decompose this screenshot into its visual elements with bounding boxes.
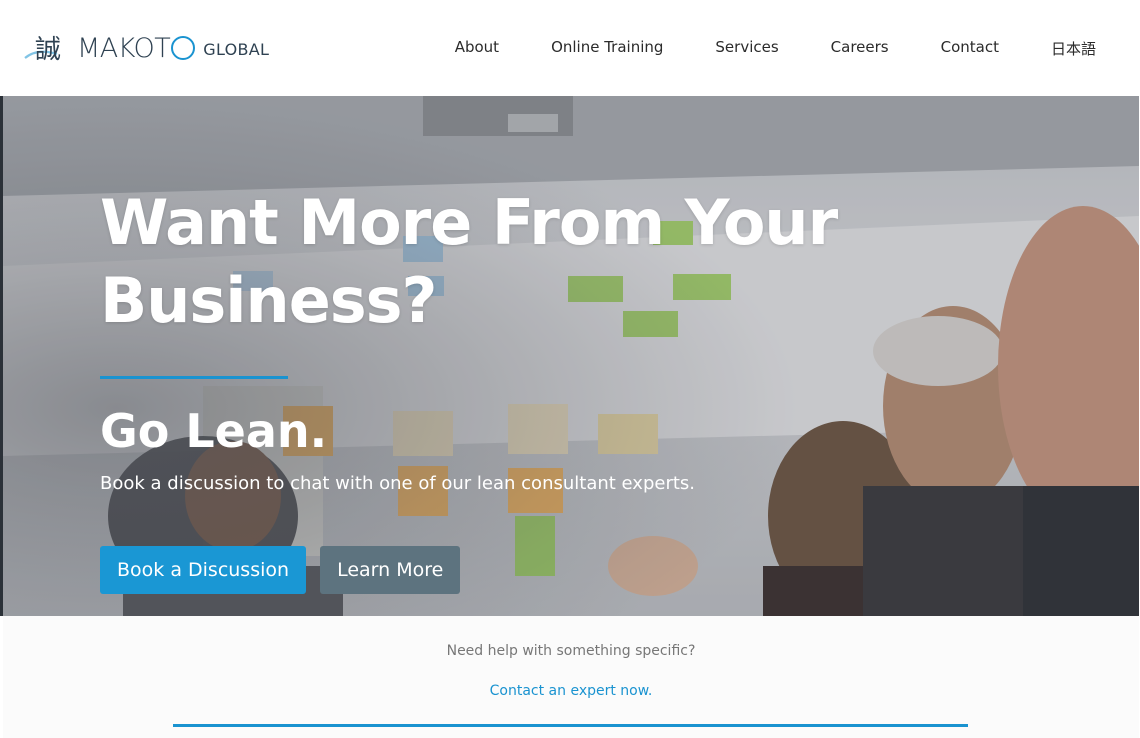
nav-japanese[interactable]: 日本語: [1051, 38, 1096, 59]
hero-section: Want More From Your Business? Go Lean. B…: [3, 96, 1139, 616]
nav-about[interactable]: About: [455, 38, 499, 59]
logo-circle-o-icon: [171, 36, 196, 60]
logo-makoto-text: MAKOT: [77, 32, 171, 64]
logo-kanji: 誠: [35, 35, 61, 64]
contact-expert-link[interactable]: Contact an expert now.: [3, 683, 1139, 699]
nav-online-training[interactable]: Online Training: [551, 38, 663, 59]
hero-subtitle: Book a discussion to chat with one of ou…: [100, 473, 696, 494]
logo-global-text: GLOBAL: [203, 40, 270, 59]
hero-title: Want More From Your Business?: [100, 184, 920, 340]
logo-wordmark: MAKOT: [77, 32, 196, 64]
nav-contact[interactable]: Contact: [941, 38, 999, 59]
hero-divider: [100, 376, 288, 379]
hero-title-line2: Business?: [100, 264, 438, 337]
makoto-kanji-logo-icon: 誠: [24, 35, 61, 64]
hero-title-line1: Want More From Your: [100, 186, 838, 259]
help-section: Need help with something specific? Conta…: [3, 616, 1139, 738]
help-question: Need help with something specific?: [446, 643, 696, 659]
nav-services[interactable]: Services: [715, 38, 778, 59]
nav-careers[interactable]: Careers: [831, 38, 889, 59]
book-discussion-button[interactable]: Book a Discussion: [100, 546, 307, 594]
hero-buttons: Book a Discussion Learn More: [100, 546, 461, 594]
learn-more-button[interactable]: Learn More: [320, 546, 461, 594]
makoto-global-logo[interactable]: 誠 MAKOT GLOBAL: [23, 32, 269, 64]
main-nav: About Online Training Services Careers C…: [403, 38, 1096, 59]
help-divider: [173, 724, 968, 727]
hero-content: Want More From Your Business? Go Lean. B…: [100, 184, 920, 494]
site-header: 誠 MAKOT GLOBAL About Online Training Ser…: [3, 0, 1139, 96]
hero-tagline: Go Lean.: [100, 404, 328, 458]
